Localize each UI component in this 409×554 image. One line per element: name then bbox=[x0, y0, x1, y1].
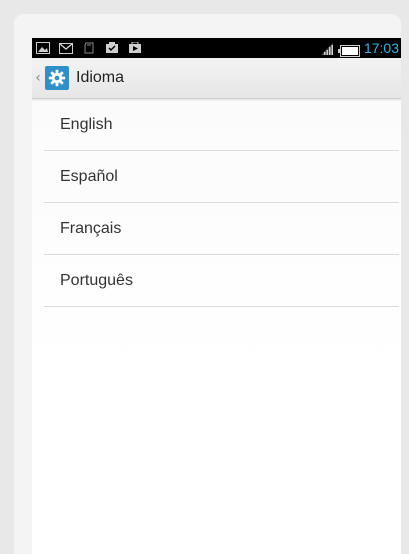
picture-icon bbox=[36, 42, 50, 54]
gear-icon[interactable] bbox=[45, 66, 69, 90]
phone-screen: 17:03 ‹ Idioma English Español Français … bbox=[32, 38, 401, 554]
language-label: English bbox=[60, 116, 113, 133]
status-bar: 17:03 bbox=[32, 38, 401, 58]
system-icons: 17:03 bbox=[320, 40, 399, 57]
battery-icon bbox=[337, 42, 360, 57]
language-label: Français bbox=[60, 220, 122, 237]
sd-card-icon bbox=[82, 42, 96, 54]
signal-icon bbox=[320, 41, 334, 55]
language-item-francais[interactable]: Français bbox=[32, 203, 401, 255]
language-item-espanol[interactable]: Español bbox=[32, 151, 401, 203]
language-item-portugues[interactable]: Português bbox=[32, 255, 401, 307]
action-bar: ‹ Idioma bbox=[32, 58, 401, 99]
device-frame: 17:03 ‹ Idioma English Español Français … bbox=[14, 14, 401, 554]
status-clock: 17:03 bbox=[363, 40, 399, 56]
language-label: Português bbox=[60, 272, 133, 289]
back-chevron-icon[interactable]: ‹ bbox=[33, 58, 43, 98]
email-icon bbox=[59, 42, 73, 54]
language-item-english[interactable]: English bbox=[32, 99, 401, 151]
download-done-icon bbox=[105, 42, 119, 54]
play-store-icon bbox=[128, 42, 142, 54]
divider bbox=[44, 306, 399, 307]
language-label: Español bbox=[60, 168, 118, 185]
notification-icons bbox=[36, 41, 151, 55]
language-list: English Español Français Português bbox=[32, 99, 401, 307]
page-title: Idioma bbox=[76, 69, 125, 86]
